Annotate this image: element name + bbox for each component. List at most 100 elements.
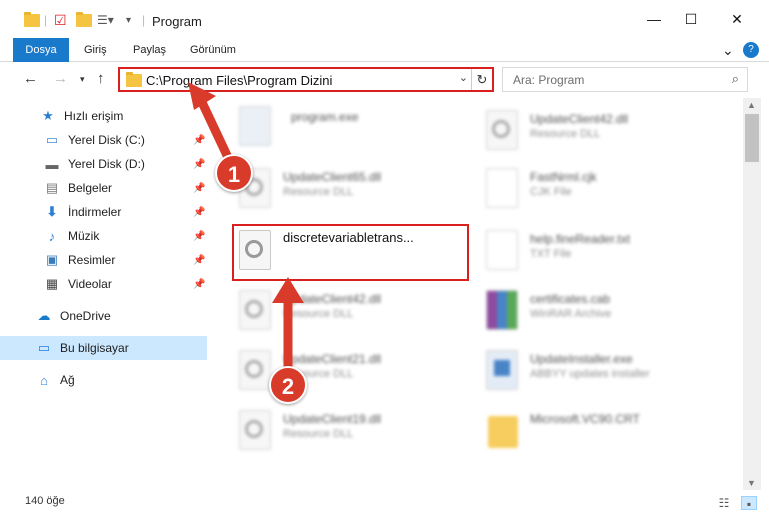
separator: | (142, 13, 146, 27)
sidebar-item-label: Ağ (60, 373, 75, 387)
sidebar-item-quick-access[interactable]: ★ Hızlı erişim (0, 104, 207, 128)
file-type: ABBYY updates installer (530, 368, 650, 380)
sidebar-item-onedrive[interactable]: ☁ OneDrive (0, 304, 207, 328)
up-icon[interactable]: ↑ (97, 70, 105, 87)
properties-icon[interactable]: ☑ (54, 10, 67, 30)
download-icon: ⬇ (46, 204, 58, 219)
item-count: 140 öğe (25, 495, 65, 507)
pin-icon[interactable]: 📌 (193, 183, 205, 194)
sidebar-item-label: İndirmeler (68, 205, 122, 219)
help-icon[interactable]: ? (743, 42, 759, 58)
installer-file-icon (482, 346, 522, 394)
sidebar-item-network[interactable]: ⌂ Ağ (0, 368, 207, 392)
separator: | (44, 13, 48, 27)
sidebar-item-local-disk-d[interactable]: ▬ Yerel Disk (D:) 📌 (0, 152, 207, 176)
list-item[interactable]: program.exe (235, 98, 475, 154)
scroll-thumb[interactable] (745, 114, 759, 162)
archive-file-icon (482, 286, 522, 334)
refresh-icon[interactable]: ↻ (471, 69, 492, 90)
search-input[interactable]: Ara: Program ⌕ (502, 67, 748, 92)
pin-icon[interactable]: 📌 (193, 279, 205, 290)
address-row: ← → ▾ ↑ C:\Program Files\Program Dizini … (0, 62, 769, 98)
sidebar-item-label: Bu bilgisayar (60, 341, 129, 355)
new-folder-icon[interactable] (76, 10, 92, 30)
drive-icon: ▭ (45, 132, 59, 147)
folder-icon (126, 72, 142, 87)
pin-icon[interactable]: 📌 (193, 231, 205, 242)
star-icon: ★ (42, 108, 54, 123)
pin-icon[interactable]: 📌 (193, 207, 205, 218)
quick-access-dropdown-icon[interactable]: ▾ (126, 10, 131, 30)
file-name: UpdateInstaller.exe (530, 352, 633, 366)
sidebar-item-local-disk-c[interactable]: ▭ Yerel Disk (C:) 📌 (0, 128, 207, 152)
sidebar-item-label: Hızlı erişim (64, 109, 124, 123)
list-item[interactable]: UpdateClient65.dll Resource DLL (235, 160, 475, 216)
sidebar-item-this-pc[interactable]: ▭ Bu bilgisayar (0, 336, 207, 360)
close-button[interactable]: ✕ (714, 0, 760, 38)
sidebar-item-downloads[interactable]: ⬇ İndirmeler 📌 (0, 200, 207, 224)
list-item[interactable]: Microsoft.VC90.CRT (482, 402, 722, 458)
chevron-down-icon[interactable]: ⌄ (459, 71, 468, 84)
tab-home[interactable]: Giriş (84, 38, 107, 62)
customize-quick-access-icon[interactable]: ☰▾ (97, 10, 114, 30)
status-bar: 140 öğe ☷ ▪ (0, 490, 769, 530)
file-type: Resource DLL (283, 186, 354, 198)
sidebar-item-label: Belgeler (68, 181, 113, 195)
documents-icon: ▤ (45, 180, 59, 195)
large-icons-view-icon[interactable]: ▪ (741, 496, 757, 511)
txt-file-icon (482, 226, 522, 274)
title-bar: | ☑ ☰▾ ▾ | Program — ☐ ✕ (0, 0, 769, 38)
target-file-highlight (232, 224, 469, 281)
sidebar-item-label: Müzik (68, 229, 100, 243)
recent-locations-icon[interactable]: ▾ (80, 74, 85, 85)
window-title: Program (152, 14, 202, 29)
sidebar-item-label: Yerel Disk (D:) (68, 157, 145, 171)
file-icon (482, 164, 522, 212)
file-type: CJK File (530, 186, 572, 198)
tab-share[interactable]: Paylaş (133, 38, 166, 62)
arrow-to-target-file (272, 277, 304, 372)
network-icon: ⌂ (40, 372, 48, 388)
file-name: certificates.cab (530, 292, 611, 306)
list-item[interactable]: UpdateInstaller.exe ABBYY updates instal… (482, 342, 722, 398)
list-item[interactable]: certificates.cab WinRAR Archive (482, 282, 722, 338)
step-1-badge: 1 (215, 154, 253, 192)
vertical-scrollbar[interactable]: ▲ ▼ (743, 98, 761, 490)
drive-icon: ▬ (45, 156, 59, 172)
sidebar-item-documents[interactable]: ▤ Belgeler 📌 (0, 176, 207, 200)
file-name: program.exe (291, 110, 359, 124)
sidebar-item-music[interactable]: ♪ Müzik 📌 (0, 224, 207, 248)
music-icon: ♪ (48, 228, 56, 244)
forward-icon[interactable]: → (53, 70, 68, 87)
folder-icon (24, 10, 40, 30)
details-view-icon[interactable]: ☷ (716, 496, 732, 510)
list-item[interactable]: help.fineReader.txt TXT File (482, 222, 722, 278)
file-type: Resource DLL (283, 428, 354, 440)
list-item[interactable]: UpdateClient19.dll Resource DLL (235, 402, 475, 458)
dll-file-icon (482, 106, 522, 154)
sidebar-item-label: Yerel Disk (C:) (68, 133, 145, 147)
address-bar[interactable]: C:\Program Files\Program Dizini ⌄ ↻ (118, 67, 494, 92)
file-name: UpdateClient19.dll (283, 412, 382, 426)
step-2-badge: 2 (269, 366, 307, 404)
cloud-icon: ☁ (37, 308, 51, 323)
scroll-up-icon[interactable]: ▲ (747, 100, 756, 110)
list-item[interactable]: FastNrml.cjk CJK File (482, 160, 722, 216)
maximize-button[interactable]: ☐ (668, 0, 714, 38)
sidebar-item-pictures[interactable]: ▣ Resimler 📌 (0, 248, 207, 272)
search-placeholder: Ara: Program (513, 73, 585, 87)
scroll-down-icon[interactable]: ▼ (747, 478, 756, 488)
tab-file[interactable]: Dosya (13, 38, 69, 62)
file-type: TXT File (530, 248, 572, 260)
ribbon-expand-icon[interactable]: ⌄ (722, 38, 734, 62)
list-item[interactable]: UpdateClient42.dll Resource DLL (482, 102, 722, 158)
file-name: Microsoft.VC90.CRT (530, 412, 640, 426)
pin-icon[interactable]: 📌 (193, 255, 205, 266)
file-name: help.fineReader.txt (530, 232, 631, 246)
search-icon[interactable]: ⌕ (732, 71, 739, 87)
tab-view[interactable]: Görünüm (190, 38, 236, 62)
sidebar-item-videos[interactable]: ▦ Videolar 📌 (0, 272, 207, 296)
file-type: WinRAR Archive (530, 308, 612, 320)
pictures-icon: ▣ (45, 252, 59, 267)
back-icon[interactable]: ← (23, 70, 38, 87)
